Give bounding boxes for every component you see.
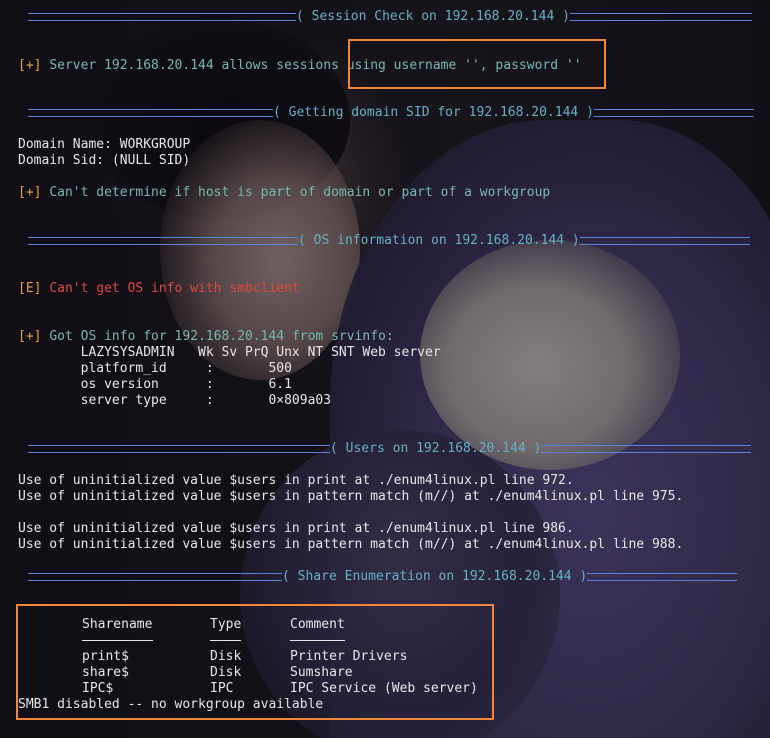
section-header-text: ( Getting domain SID for 192.168.20.144 … bbox=[273, 105, 594, 120]
os-error-line: [E] Can't get OS info with smbclient bbox=[18, 281, 300, 296]
section-header-share-enumeration: ( Share Enumeration on 192.168.20.144 ) bbox=[28, 569, 738, 585]
users-warning-line: Use of uninitialized value $users in pri… bbox=[18, 521, 574, 536]
domain-name-line: Domain Name: WORKGROUP bbox=[18, 137, 191, 152]
highlight-box-credentials bbox=[348, 39, 606, 89]
highlight-box-shares bbox=[16, 604, 494, 720]
terminal-output[interactable]: ( Session Check on 192.168.20.144 ) [+] … bbox=[0, 0, 770, 738]
section-header-users: ( Users on 192.168.20.144 ) bbox=[28, 441, 752, 457]
section-header-session-check: ( Session Check on 192.168.20.144 ) bbox=[28, 9, 752, 25]
domain-sid-line: Domain Sid: (NULL SID) bbox=[18, 153, 191, 168]
os-info-line: [+] Got OS info for 192.168.20.144 from … bbox=[18, 329, 394, 344]
users-warning-line: Use of uninitialized value $users in pat… bbox=[18, 537, 684, 552]
section-header-domain-sid: ( Getting domain SID for 192.168.20.144 … bbox=[28, 105, 754, 121]
os-detail-line: os version : 6.1 bbox=[18, 377, 292, 392]
section-header-text: ( OS information on 192.168.20.144 ) bbox=[298, 233, 580, 248]
section-header-text: ( Share Enumeration on 192.168.20.144 ) bbox=[282, 569, 588, 584]
os-detail-line: platform_id : 500 bbox=[18, 361, 292, 376]
users-warning-line: Use of uninitialized value $users in pat… bbox=[18, 489, 684, 504]
os-detail-line: LAZYSYSADMIN Wk Sv PrQ Unx NT SNT Web se… bbox=[18, 345, 441, 360]
os-detail-line: server type : 0×809a03 bbox=[18, 393, 332, 408]
section-header-os-info: ( OS information on 192.168.20.144 ) bbox=[28, 233, 750, 249]
section-header-text: ( Session Check on 192.168.20.144 ) bbox=[296, 9, 570, 24]
users-warning-line: Use of uninitialized value $users in pri… bbox=[18, 473, 574, 488]
section-header-text: ( Users on 192.168.20.144 ) bbox=[330, 441, 542, 456]
domain-status-line: [+] Can't determine if host is part of d… bbox=[18, 185, 551, 200]
